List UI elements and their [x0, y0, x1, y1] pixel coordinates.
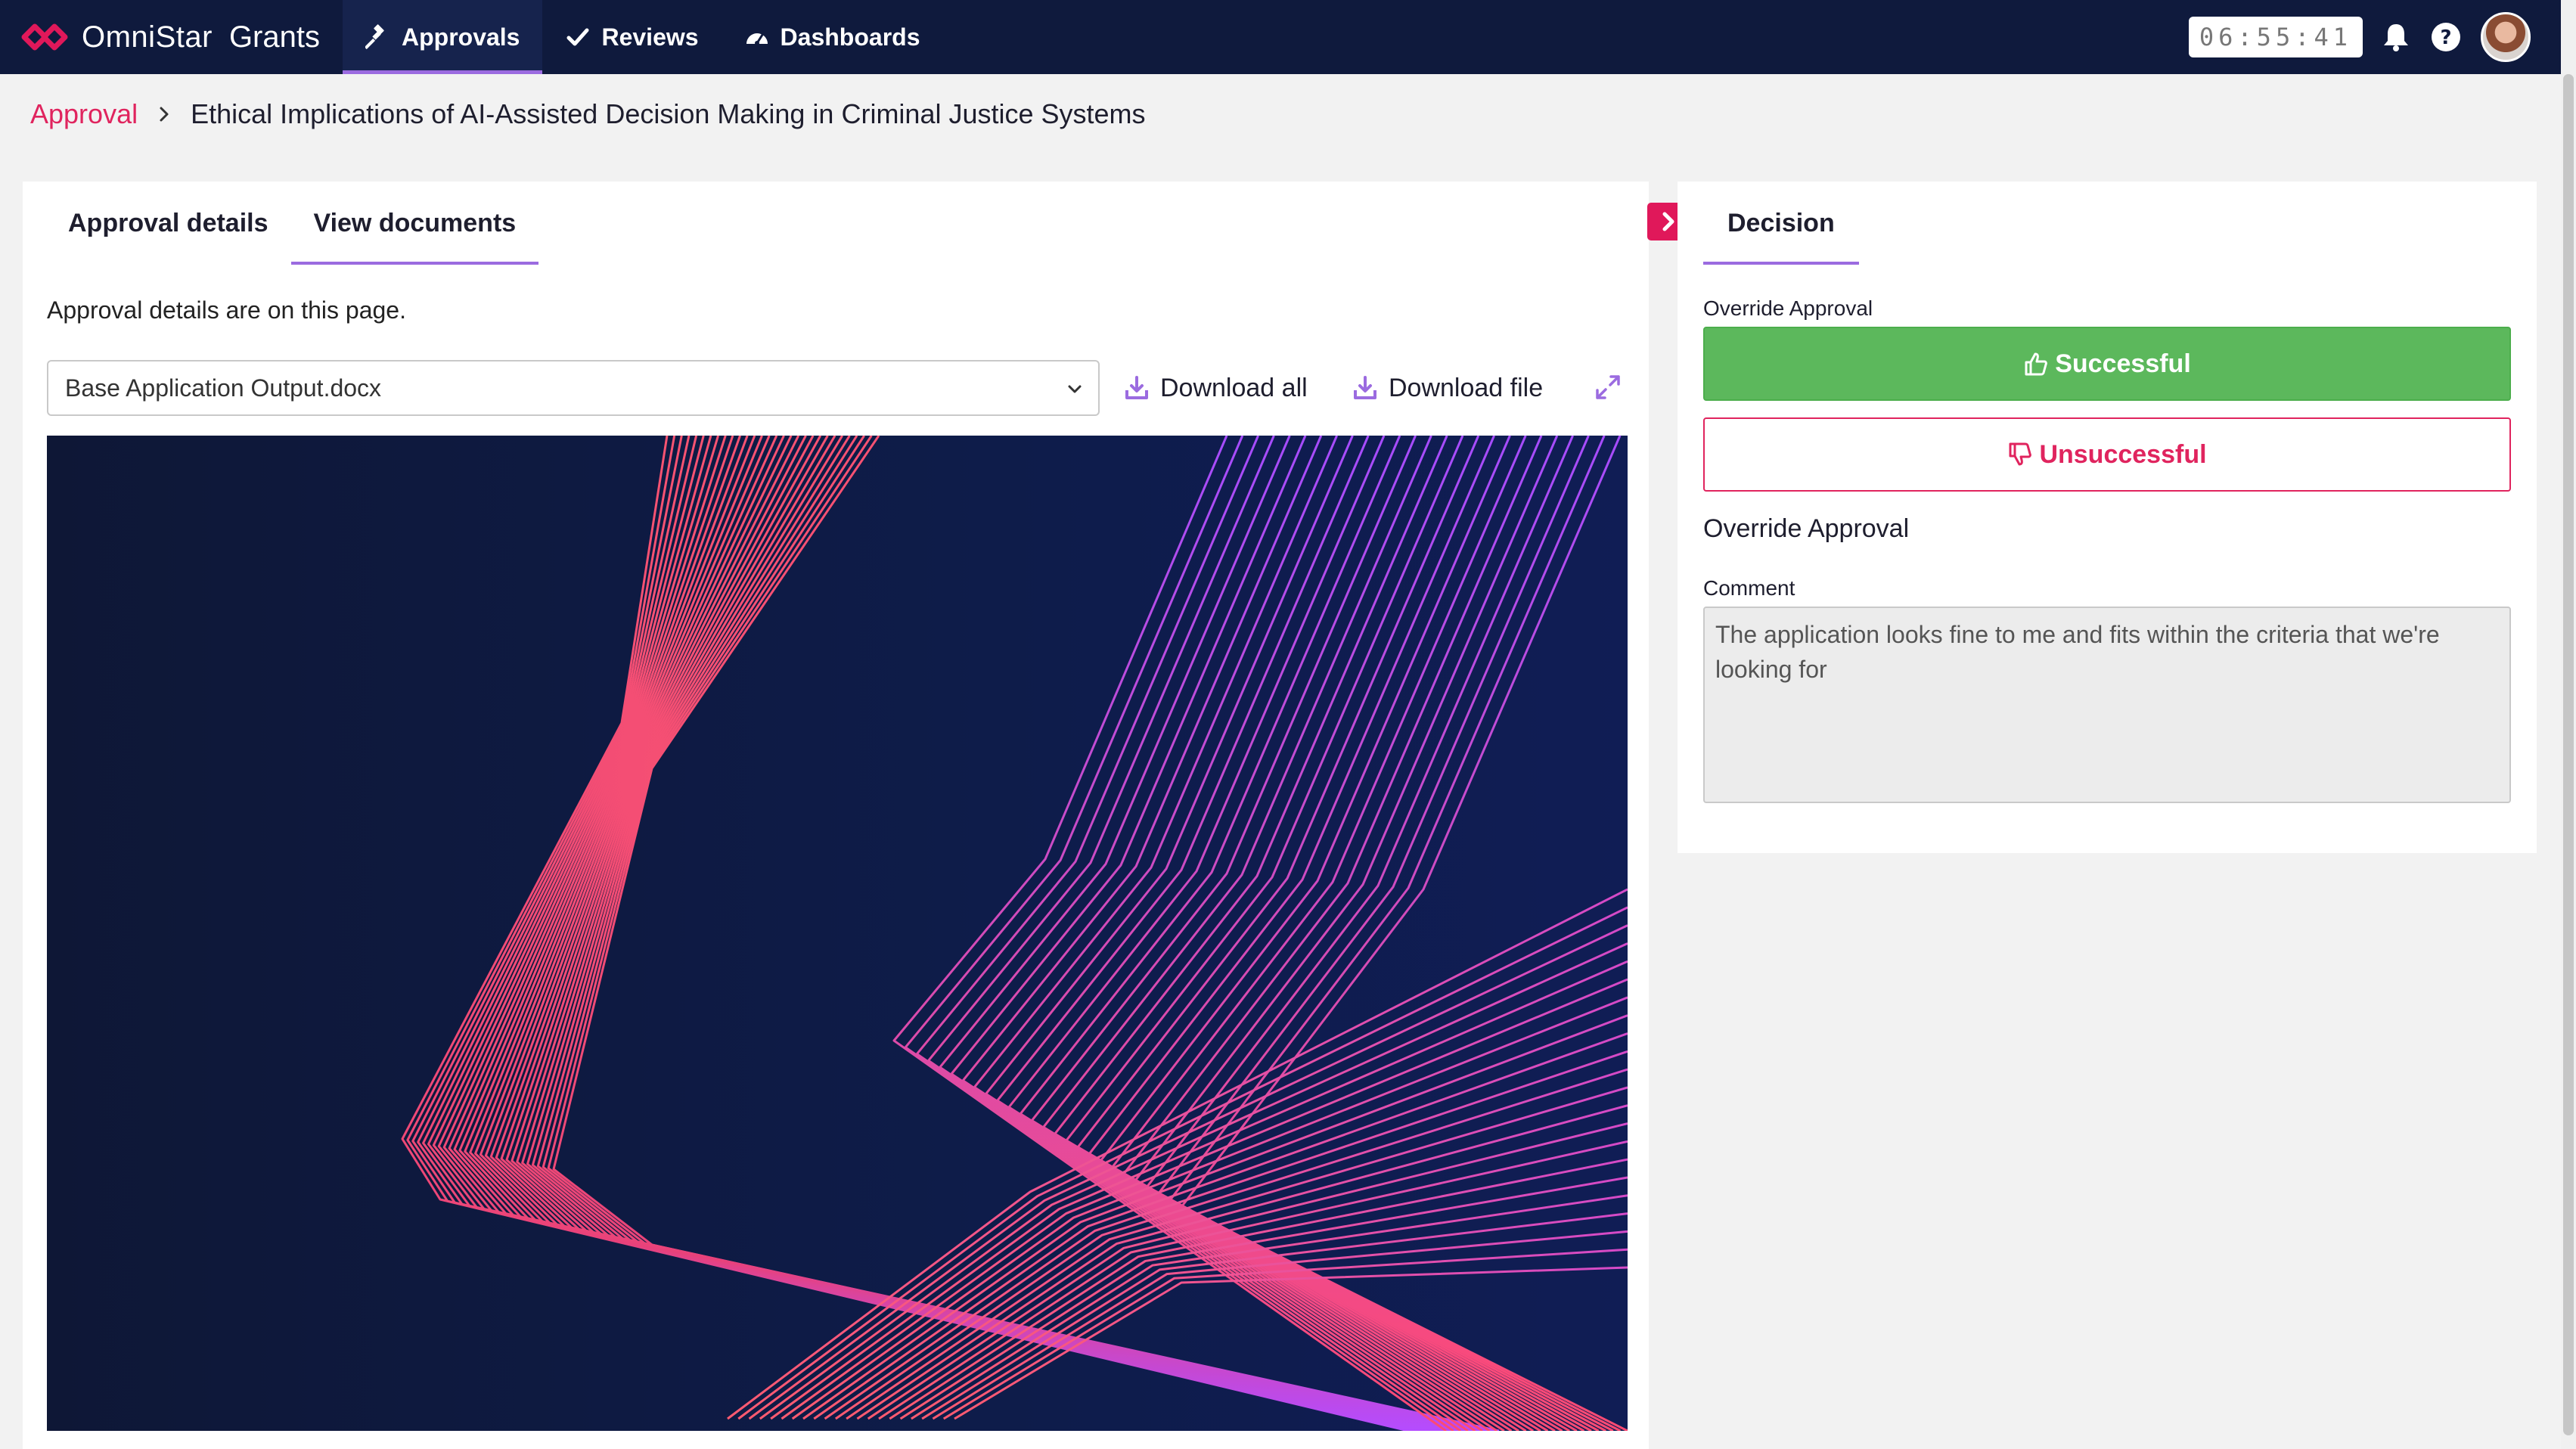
- thumbs-down-icon: [2009, 442, 2032, 466]
- nav-approvals[interactable]: Approvals: [342, 0, 543, 74]
- session-timer: 06:55:41: [2188, 17, 2363, 57]
- artwork-line: [1100, 436, 1578, 1431]
- document-select-value: Base Application Output.docx: [65, 374, 382, 402]
- artwork-line: [727, 888, 1628, 1420]
- override-approval-label: Override Approval: [1703, 296, 1873, 320]
- thumbs-up-icon: [2025, 352, 2048, 376]
- dashboard-icon: [746, 33, 768, 45]
- override-approval-heading: Override Approval: [1703, 514, 1910, 543]
- successful-button[interactable]: Successful: [1703, 327, 2511, 401]
- download-all-label: Download all: [1160, 373, 1308, 402]
- document-preview-artwork: [401, 436, 1628, 1431]
- check-icon: [566, 28, 589, 46]
- tab-view-documents[interactable]: View documents: [290, 182, 539, 265]
- expand-icon[interactable]: [1593, 372, 1623, 402]
- brand-name: OmniStar: [82, 20, 213, 54]
- breadcrumb: Approval Ethical Implications of AI-Assi…: [30, 92, 1146, 136]
- top-navbar: OmniStar Grants Approvals Reviews Dashbo…: [0, 0, 2561, 74]
- download-icon: [1354, 376, 1376, 399]
- product-name: Grants: [228, 20, 320, 54]
- nav-reviews-label: Reviews: [601, 23, 699, 51]
- nav-dashboards[interactable]: Dashboards: [722, 0, 943, 74]
- document-select[interactable]: Base Application Output.docx: [47, 360, 1100, 416]
- successful-label: Successful: [2055, 349, 2191, 378]
- documents-panel: Approval details View documents Approval…: [23, 182, 1649, 1449]
- artwork-line: [536, 436, 1490, 1431]
- comment-textarea[interactable]: The application looks fine to me and fit…: [1703, 607, 2511, 803]
- user-avatar[interactable]: [2481, 12, 2531, 62]
- artwork-line: [1180, 436, 1628, 1431]
- download-icon: [1125, 376, 1148, 399]
- left-tabs: Approval details View documents: [45, 182, 538, 265]
- brand[interactable]: OmniStar Grants: [21, 0, 320, 74]
- nav-dashboards-label: Dashboards: [780, 23, 920, 51]
- page-scrollbar[interactable]: [2561, 0, 2576, 1449]
- omnistar-logo-icon: [21, 23, 68, 51]
- comment-label: Comment: [1703, 576, 1795, 600]
- download-file-label: Download file: [1389, 373, 1544, 402]
- bell-icon[interactable]: [2379, 20, 2413, 54]
- nav-reviews[interactable]: Reviews: [542, 0, 721, 74]
- download-all-button[interactable]: Download all: [1124, 360, 1308, 416]
- unsuccessful-button[interactable]: Unsuccessful: [1703, 417, 2511, 492]
- breadcrumb-approval-link[interactable]: Approval: [30, 98, 138, 130]
- gavel-icon: [365, 24, 384, 50]
- chevron-down-icon: [1068, 385, 1082, 393]
- help-icon[interactable]: ?: [2429, 20, 2463, 54]
- svg-text:?: ?: [2440, 26, 2451, 49]
- artwork-line: [526, 436, 1484, 1431]
- main-nav: Approvals Reviews Dashboards: [342, 0, 943, 74]
- chevron-right-icon: [160, 107, 169, 122]
- page-scrollbar-thumb[interactable]: [2563, 74, 2574, 1435]
- nav-approvals-label: Approvals: [401, 23, 520, 51]
- breadcrumb-current: Ethical Implications of AI-Assisted Deci…: [191, 98, 1146, 129]
- decision-panel: Decision Override Approval Successful Un…: [1678, 182, 2537, 853]
- tab-approval-details[interactable]: Approval details: [45, 182, 291, 265]
- unsuccessful-label: Unsuccessful: [2039, 439, 2207, 469]
- tab-decision[interactable]: Decision: [1703, 182, 1859, 265]
- download-file-button[interactable]: Download file: [1352, 360, 1543, 416]
- artwork-line: [759, 942, 1628, 1420]
- document-preview: [47, 436, 1628, 1431]
- top-right-tools: 06:55:41 ?: [2188, 0, 2531, 74]
- info-text: Approval details are on this page.: [47, 296, 406, 324]
